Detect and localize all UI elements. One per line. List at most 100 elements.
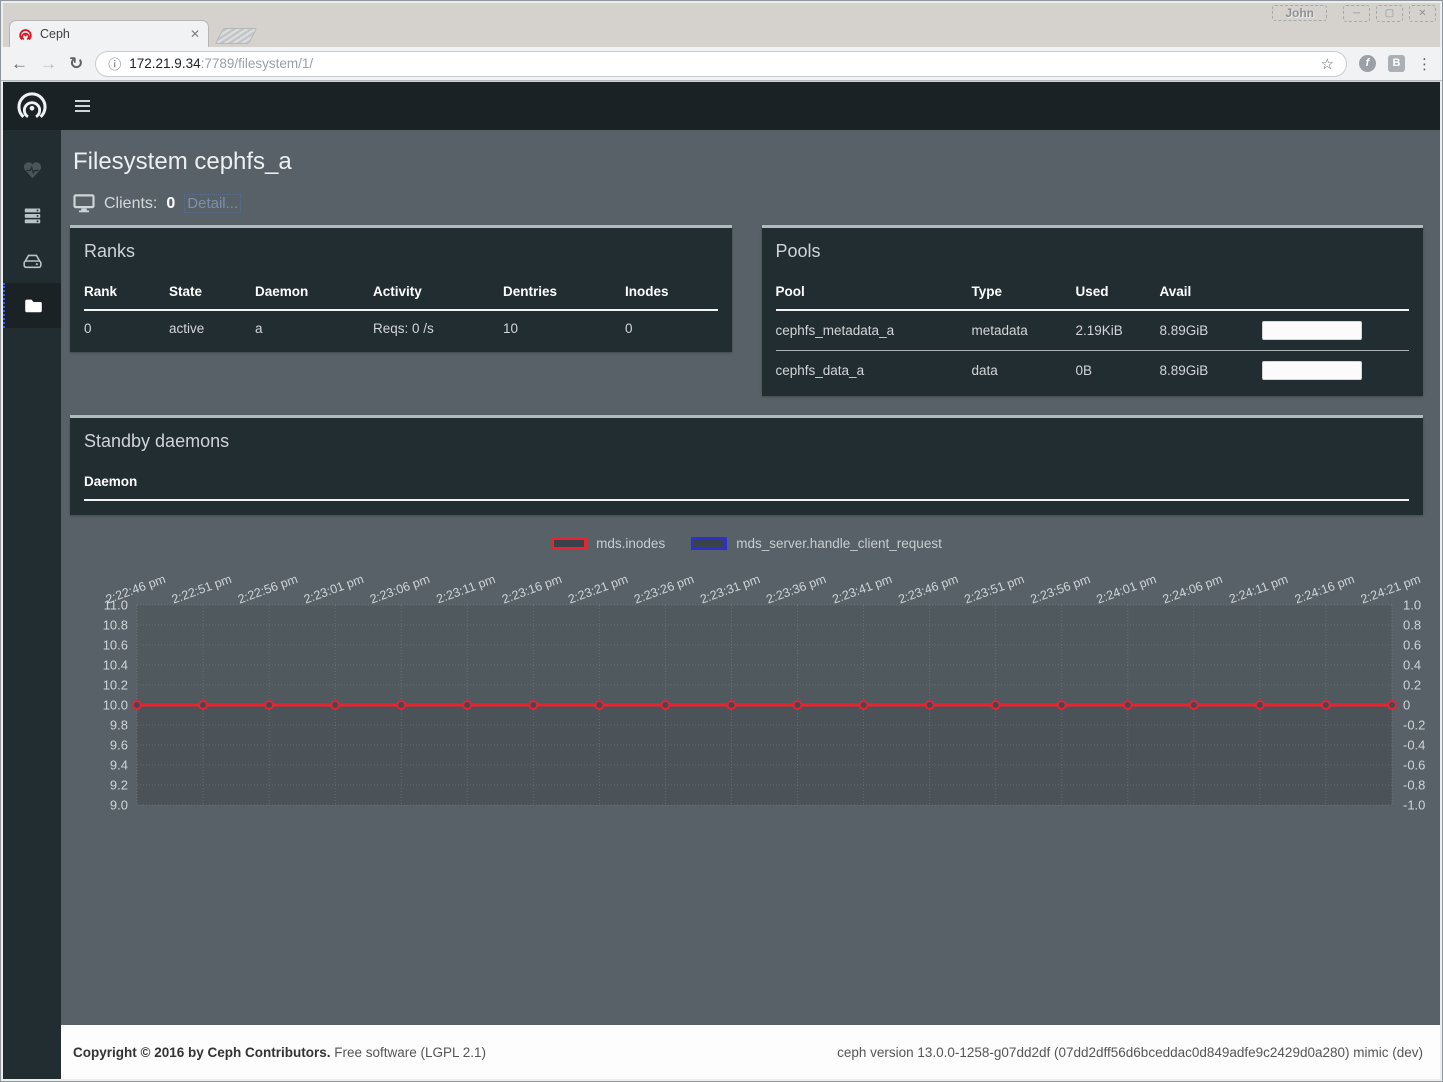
chart-legend: mds.inodes mds_server.handle_client_reque…	[70, 533, 1423, 553]
ceph-logo[interactable]	[3, 82, 61, 130]
copyright-text: Copyright © 2016 by Ceph Contributors. F…	[73, 1045, 486, 1060]
pools-usage-cell	[1262, 310, 1410, 351]
ranks-col-header: Activity	[373, 276, 503, 310]
pools-cell: 2.19KiB	[1076, 310, 1160, 351]
data-point	[661, 701, 669, 709]
page-title: Filesystem cephfs_a	[73, 148, 1423, 176]
address-bar[interactable]: ⓘ 172.21.9.34:7789/filesystem/1/ ☆	[95, 51, 1347, 77]
legend-label: mds.inodes	[596, 536, 665, 551]
mds-counters-line-chart: 11.01.010.80.810.60.610.40.410.20.210.00…	[70, 559, 1440, 859]
x-axis-label: 2:23:56 pm	[1029, 572, 1093, 607]
pools-cell: metadata	[972, 310, 1076, 351]
bookmark-star-icon[interactable]: ☆	[1321, 55, 1334, 73]
browser-tab-ceph[interactable]: Ceph ✕	[9, 20, 209, 47]
left-axis-tick: 10.2	[103, 678, 128, 693]
right-axis-tick: -0.2	[1403, 718, 1425, 733]
data-point	[1388, 701, 1396, 709]
tab-strip: Ceph ✕	[1, 23, 1442, 47]
sidebar	[3, 130, 61, 1079]
sidebar-item-cluster[interactable]	[3, 193, 61, 238]
right-axis-tick: -0.6	[1403, 758, 1425, 773]
pools-col-header: Pool	[776, 276, 972, 310]
left-axis-tick: 10.0	[103, 698, 128, 713]
ceph-logo-icon	[14, 88, 50, 124]
left-axis-tick: 9.4	[110, 758, 128, 773]
left-axis-tick: 9.6	[110, 738, 128, 753]
app-navbar	[3, 82, 1440, 130]
left-axis-tick: 10.4	[103, 658, 128, 673]
left-axis-tick: 9.2	[110, 778, 128, 793]
data-point	[265, 701, 273, 709]
ranks-col-header: State	[169, 276, 255, 310]
fedora-extension-icon[interactable]: f	[1359, 55, 1376, 72]
forward-icon[interactable]: →	[40, 55, 57, 72]
ranks-panel: Ranks RankStateDaemonActivityDentriesIno…	[70, 225, 732, 352]
sidebar-item-filesystems[interactable]	[3, 283, 61, 328]
ranks-col-header: Rank	[84, 276, 169, 310]
x-axis-label: 2:23:11 pm	[435, 572, 498, 606]
hdd-icon	[23, 253, 42, 269]
page-info-icon[interactable]: ⓘ	[108, 54, 121, 73]
folder-icon	[24, 298, 43, 313]
reload-icon[interactable]: ↻	[69, 55, 83, 72]
right-axis-tick: 0.6	[1403, 638, 1421, 653]
pools-panel: Pools PoolTypeUsedAvail cephfs_metadata_…	[762, 225, 1424, 396]
close-button[interactable]: ✕	[1409, 5, 1436, 22]
data-point	[1322, 701, 1330, 709]
right-axis-tick: -1.0	[1403, 798, 1425, 813]
new-tab-button[interactable]	[215, 28, 258, 44]
ranks-col-header: Dentries	[503, 276, 625, 310]
x-axis-label: 2:23:51 pm	[963, 572, 1027, 607]
version-text: ceph version 13.0.0-1258-g07dd2df (07dd2…	[837, 1045, 1423, 1060]
back-icon[interactable]: ←	[11, 55, 28, 72]
clients-detail-link[interactable]: Detail...	[184, 194, 241, 213]
x-axis-label: 2:23:36 pm	[764, 572, 828, 607]
data-point	[992, 701, 1000, 709]
x-axis-label: 2:22:56 pm	[236, 572, 300, 607]
usage-bar	[1262, 361, 1362, 380]
ranks-cell: Reqs: 0 /s	[373, 310, 503, 346]
standby-daemons-panel: Standby daemons Daemon	[70, 415, 1423, 515]
data-point	[199, 701, 207, 709]
data-point	[1124, 701, 1132, 709]
clients-summary: Clients: 0 Detail...	[73, 194, 1423, 213]
data-point	[529, 701, 537, 709]
tab-close-icon[interactable]: ✕	[190, 27, 200, 41]
sidebar-toggle-icon[interactable]	[75, 97, 90, 115]
browser-menu-icon[interactable]: ⋮	[1417, 55, 1432, 73]
ranks-table: RankStateDaemonActivityDentriesInodes 0a…	[84, 276, 718, 346]
data-point	[1058, 701, 1066, 709]
data-point	[595, 701, 603, 709]
x-axis-label: 2:24:11 pm	[1227, 572, 1290, 606]
extension-icon[interactable]: B	[1388, 55, 1405, 72]
right-axis-tick: 0.2	[1403, 678, 1421, 693]
legend-item: mds.inodes	[551, 536, 665, 551]
ranks-cell: 0	[625, 310, 718, 346]
data-point	[794, 701, 802, 709]
sidebar-item-block[interactable]	[3, 238, 61, 283]
x-axis-label: 2:22:46 pm	[104, 572, 168, 607]
right-axis-tick: 0	[1403, 698, 1410, 713]
pools-cell: cephfs_metadata_a	[776, 310, 972, 351]
os-titlebar: John ─ ▢ ✕	[1, 1, 1442, 23]
minimize-button[interactable]: ─	[1343, 5, 1370, 22]
right-axis-tick: -0.8	[1403, 778, 1425, 793]
right-axis-tick: 0.4	[1403, 658, 1421, 673]
tab-title: Ceph	[40, 27, 183, 41]
data-point	[926, 701, 934, 709]
pools-col-header	[1262, 276, 1410, 310]
url-text: 172.21.9.34:7789/filesystem/1/	[129, 56, 313, 71]
maximize-button[interactable]: ▢	[1376, 5, 1403, 22]
pools-cell: 0B	[1076, 351, 1160, 391]
sidebar-item-health[interactable]	[3, 148, 61, 193]
legend-item: mds_server.handle_client_request	[691, 536, 942, 551]
x-axis-label: 2:23:31 pm	[698, 572, 762, 607]
left-axis-tick: 9.8	[110, 718, 128, 733]
pools-panel-title: Pools	[776, 228, 1410, 276]
standby-col-header: Daemon	[84, 466, 1409, 500]
ceph-dashboard-page: Filesystem cephfs_a Clients: 0 Detail...…	[3, 82, 1440, 1079]
server-icon	[23, 207, 42, 224]
pools-col-header: Type	[972, 276, 1076, 310]
right-axis-tick: 0.8	[1403, 618, 1421, 633]
standby-panel-title: Standby daemons	[84, 418, 1409, 466]
